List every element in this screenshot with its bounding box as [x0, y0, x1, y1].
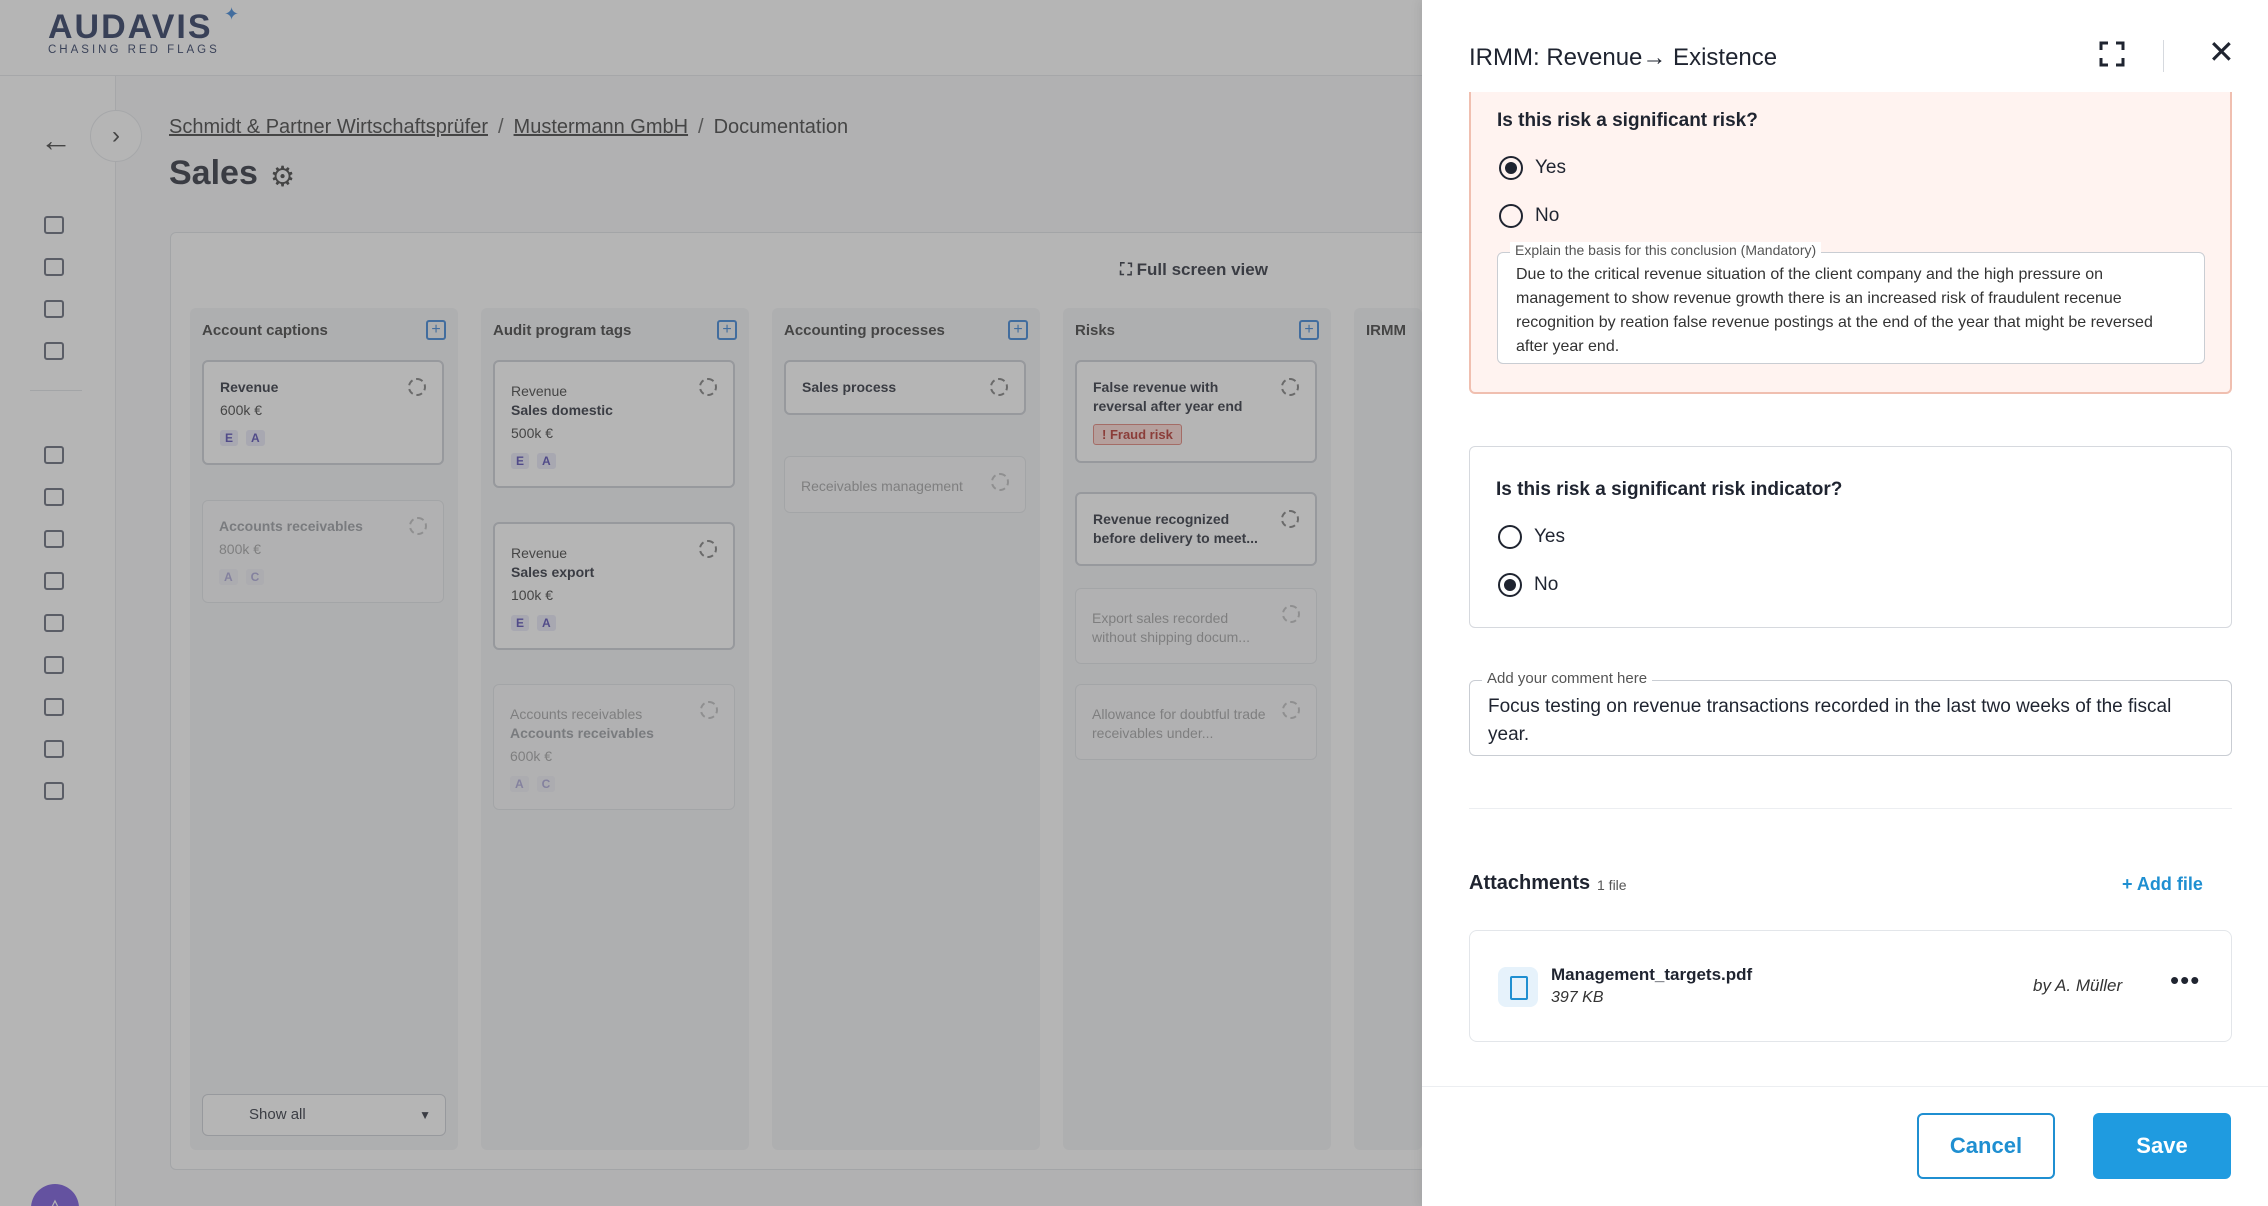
header-divider [2163, 40, 2164, 72]
more-options-icon[interactable]: ••• [2170, 965, 2200, 996]
question-text: Is this risk a significant risk indicato… [1496, 479, 1843, 500]
attachments-title: Attachments [1469, 872, 1591, 894]
irmm-detail-panel: IRMM: Revenue→ Existence ✕ Is this risk … [1422, 0, 2268, 1206]
field-label: Add your comment here [1482, 670, 1653, 687]
radio-button[interactable] [1498, 573, 1522, 597]
expand-icon[interactable] [2098, 40, 2126, 68]
radio-no[interactable]: No [1499, 204, 1559, 228]
footer-divider [1422, 1086, 2268, 1087]
modal-overlay[interactable] [0, 0, 1422, 1206]
file-owner: by A. Müller [2033, 976, 2123, 995]
radio-yes[interactable]: Yes [1498, 525, 1565, 549]
radio-button[interactable] [1499, 204, 1523, 228]
file-size: 397 KB [1551, 989, 1604, 1006]
save-button[interactable]: Save [2093, 1113, 2231, 1179]
radio-button[interactable] [1498, 525, 1522, 549]
attachment-item[interactable]: Management_targets.pdf 397 KB by A. Müll… [1469, 930, 2232, 1042]
question-text: Is this risk a significant risk? [1497, 110, 1758, 131]
explanation-text: Due to the critical revenue situation of… [1516, 266, 2153, 355]
comment-field[interactable]: Add your comment here Focus testing on r… [1469, 670, 2232, 756]
field-label: Explain the basis for this conclusion (M… [1510, 242, 1822, 258]
significant-risk-indicator-section: Is this risk a significant risk indicato… [1469, 446, 2232, 628]
radio-yes[interactable]: Yes [1499, 156, 1566, 180]
radio-label: Yes [1535, 157, 1566, 178]
significant-risk-section: Is this risk a significant risk? Yes No … [1469, 92, 2232, 394]
panel-title: IRMM: Revenue→ Existence [1469, 44, 1778, 71]
attachments-count: 1 file [1597, 877, 1627, 893]
explanation-field[interactable]: Explain the basis for this conclusion (M… [1497, 242, 2205, 364]
cancel-button[interactable]: Cancel [1917, 1113, 2055, 1179]
add-file-button[interactable]: + Add file [2122, 874, 2203, 895]
radio-no[interactable]: No [1498, 573, 1558, 597]
radio-button[interactable] [1499, 156, 1523, 180]
file-name[interactable]: Management_targets.pdf [1551, 965, 1752, 985]
section-divider [1469, 808, 2232, 809]
comment-text: Focus testing on revenue transactions re… [1488, 696, 2172, 745]
radio-label: No [1535, 205, 1560, 226]
radio-label: Yes [1534, 526, 1565, 547]
document-icon [1498, 967, 1538, 1007]
close-icon[interactable]: ✕ [2208, 36, 2235, 68]
radio-label: No [1534, 574, 1559, 595]
